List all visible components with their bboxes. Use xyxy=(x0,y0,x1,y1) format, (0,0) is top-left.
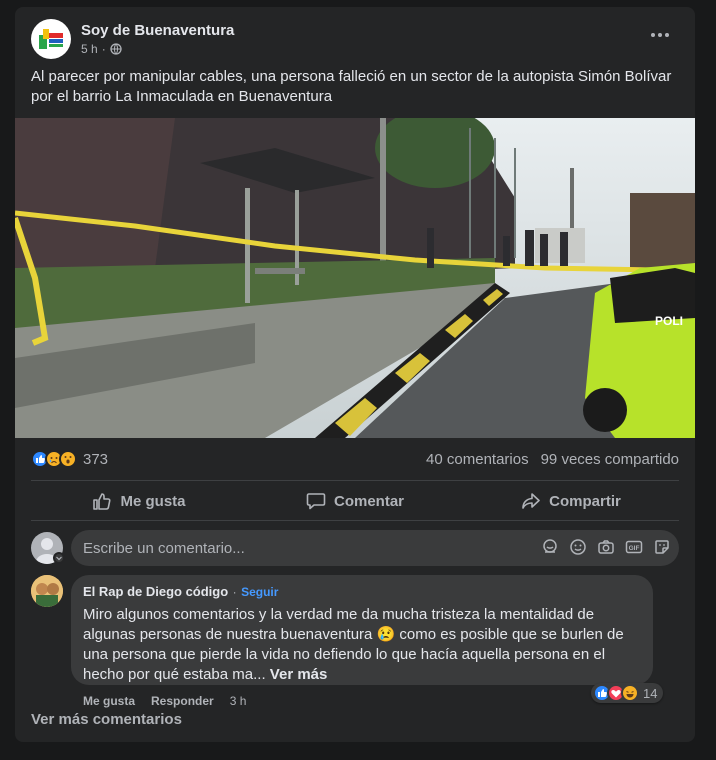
like-button[interactable]: Me gusta xyxy=(31,482,247,520)
comment-label: Comentar xyxy=(333,492,404,510)
post-header: Soy de Buenaventura 5 h · xyxy=(31,19,679,61)
post-card: Soy de Buenaventura 5 h · Al parecer por… xyxy=(15,7,695,742)
shares-count-link[interactable]: 99 veces compartido xyxy=(541,451,679,468)
comment-bubble: El Rap de Diego código · Seguir Miro alg… xyxy=(71,575,653,685)
share-button[interactable]: Compartir xyxy=(463,482,679,520)
write-comment-row: GIF xyxy=(31,530,679,566)
page-name[interactable]: Soy de Buenaventura xyxy=(81,22,234,39)
post-stats: 373 40 comentarios 99 veces compartido xyxy=(31,448,679,472)
more-icon xyxy=(651,33,669,37)
sticker-icon[interactable] xyxy=(653,538,671,556)
comment-button[interactable]: Comentar xyxy=(247,482,463,520)
comment-icon xyxy=(306,493,326,510)
comment-time[interactable]: 3 h xyxy=(230,694,247,708)
comment-like-button[interactable]: Me gusta xyxy=(83,694,135,708)
see-more-link[interactable]: Ver más xyxy=(270,666,328,683)
divider xyxy=(31,520,679,521)
post-time[interactable]: 5 h xyxy=(81,42,98,56)
comment-box: GIF xyxy=(71,530,679,566)
haha-icon xyxy=(621,684,639,702)
like-label: Me gusta xyxy=(120,492,186,510)
comment-meta: Me gusta Responder 3 h xyxy=(83,694,246,708)
reaction-summary[interactable]: 373 xyxy=(31,450,108,468)
wow-icon xyxy=(59,450,77,468)
comment-reply-button[interactable]: Responder xyxy=(151,694,214,708)
comment-text: Miro algunos comentarios y la verdad me … xyxy=(83,606,624,683)
camera-icon[interactable] xyxy=(597,538,615,556)
thumbs-up-icon xyxy=(93,493,112,510)
gif-icon[interactable]: GIF xyxy=(625,538,643,556)
post-text: Al parecer por manipular cables, una per… xyxy=(31,68,672,105)
page-avatar[interactable] xyxy=(31,19,71,59)
action-bar: Me gusta Comentar Compartir xyxy=(31,482,679,520)
separator-dot: · xyxy=(232,585,237,599)
reaction-count: 373 xyxy=(83,450,109,468)
post-meta: 5 h · xyxy=(81,42,122,56)
comment-reactions[interactable]: 14 xyxy=(591,683,664,703)
follow-button[interactable]: Seguir xyxy=(241,585,278,599)
commenter-avatar[interactable] xyxy=(31,575,63,607)
share-label: Compartir xyxy=(549,492,621,510)
comment-author[interactable]: El Rap de Diego código xyxy=(83,584,228,599)
comment-input[interactable] xyxy=(83,530,523,566)
chevron-down-icon[interactable] xyxy=(53,552,65,564)
post-photo[interactable]: POLI xyxy=(15,118,695,438)
emoji-icon[interactable] xyxy=(569,538,587,556)
more-options-button[interactable] xyxy=(645,25,675,49)
globe-icon xyxy=(110,43,122,55)
comment-reaction-count: 14 xyxy=(643,685,658,701)
svg-text:GIF: GIF xyxy=(629,545,640,552)
comments-count-link[interactable]: 40 comentarios xyxy=(426,451,529,468)
police-label: POLI xyxy=(655,314,683,328)
view-more-comments-link[interactable]: Ver más comentarios xyxy=(31,711,182,728)
comment-text-block: Miro algunos comentarios y la verdad me … xyxy=(83,605,641,685)
avatar-sticker-icon[interactable] xyxy=(541,538,559,556)
share-icon xyxy=(522,493,540,509)
divider xyxy=(31,480,679,481)
